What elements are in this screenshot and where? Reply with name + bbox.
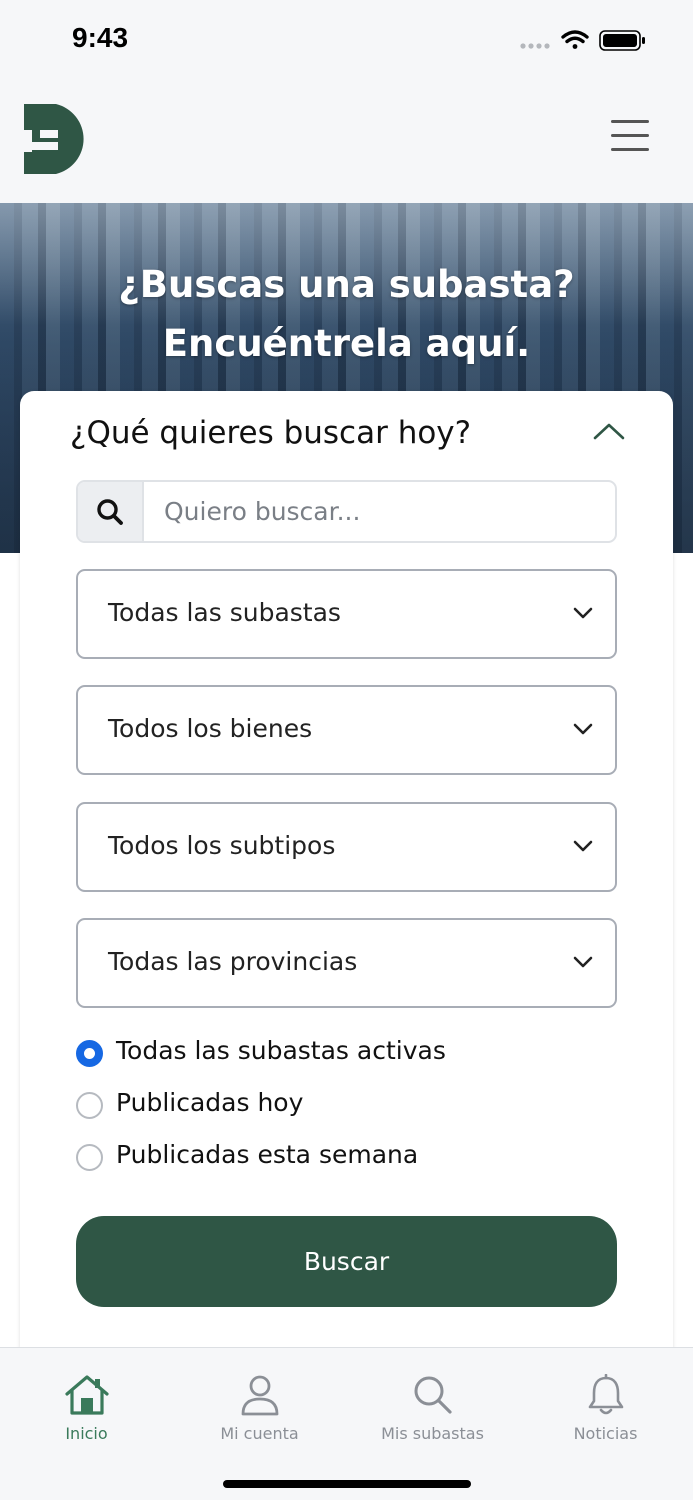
- chevron-down-icon: [573, 607, 593, 619]
- battery-icon: [599, 30, 645, 51]
- brand-logo[interactable]: [22, 102, 96, 176]
- bell-icon: [588, 1374, 623, 1415]
- user-icon: [241, 1375, 278, 1416]
- nav-label: Inicio: [65, 1424, 108, 1443]
- nav-item-mis-subastas[interactable]: Mis subastas: [346, 1348, 519, 1453]
- chevron-up-icon[interactable]: [591, 419, 627, 443]
- app-header: [0, 80, 693, 203]
- menu-line: [611, 120, 649, 123]
- chevron-down-icon: [573, 956, 593, 968]
- chevron-down-icon: [573, 723, 593, 735]
- radio-published-today[interactable]: Publicadas hoy: [76, 1080, 636, 1132]
- search-card: ¿Qué quieres buscar hoy? Todas las subas…: [20, 391, 673, 1361]
- date-filter-radio-group: Todas las subastas activas Publicadas ho…: [76, 1028, 636, 1184]
- nav-label: Mi cuenta: [220, 1424, 299, 1443]
- home-indicator: [223, 1480, 471, 1488]
- radio-published-this-week[interactable]: Publicadas esta semana: [76, 1132, 636, 1184]
- nav-label: Mis subastas: [381, 1424, 484, 1443]
- nav-item-noticias[interactable]: Noticias: [519, 1348, 692, 1453]
- wifi-icon: [561, 30, 589, 49]
- menu-line: [611, 134, 649, 137]
- status-time: 9:43: [72, 22, 129, 53]
- province-select[interactable]: Todas las provincias: [76, 918, 617, 1008]
- hamburger-menu-button[interactable]: [611, 120, 649, 154]
- radio-label: Publicadas hoy: [116, 1088, 304, 1117]
- radio-label: Todas las subastas activas: [116, 1036, 446, 1065]
- radio-all-active[interactable]: Todas las subastas activas: [76, 1028, 636, 1080]
- select-value: Todos los bienes: [108, 714, 313, 743]
- search-icon: [414, 1376, 452, 1414]
- radio-button[interactable]: [76, 1144, 103, 1171]
- select-value: Todas las subastas: [108, 598, 341, 627]
- radio-label: Publicadas esta semana: [116, 1140, 419, 1169]
- search-input[interactable]: [146, 482, 615, 541]
- nav-item-mi-cuenta[interactable]: Mi cuenta: [173, 1348, 346, 1453]
- hero-title-line: Encuéntrela aquí.: [162, 322, 531, 365]
- nav-label: Noticias: [573, 1424, 638, 1443]
- radio-button[interactable]: [76, 1040, 103, 1067]
- select-value: Todas las provincias: [108, 947, 358, 976]
- home-icon: [64, 1375, 109, 1415]
- nav-item-inicio[interactable]: Inicio: [0, 1348, 173, 1453]
- search-box: [76, 480, 617, 543]
- status-bar: 9:43: [0, 0, 693, 80]
- radio-button[interactable]: [76, 1092, 103, 1119]
- chevron-down-icon: [573, 840, 593, 852]
- hero-title-line: ¿Buscas una subasta?: [118, 263, 575, 306]
- goods-select[interactable]: Todos los bienes: [76, 685, 617, 775]
- bottom-nav: Inicio Mi cuenta Mis subastas Noticias: [0, 1347, 693, 1500]
- select-value: Todos los subtipos: [108, 831, 336, 860]
- status-icons: [520, 30, 645, 51]
- menu-line: [611, 148, 649, 151]
- auction-type-select[interactable]: Todas las subastas: [76, 569, 617, 659]
- search-icon: [78, 482, 144, 541]
- cellular-signal-icon: [520, 43, 550, 49]
- card-title: ¿Qué quieres buscar hoy?: [70, 415, 472, 451]
- hero-title: ¿Buscas una subasta? Encuéntrela aquí.: [0, 255, 693, 373]
- subtype-select[interactable]: Todos los subtipos: [76, 802, 617, 892]
- search-button[interactable]: Buscar: [76, 1216, 617, 1307]
